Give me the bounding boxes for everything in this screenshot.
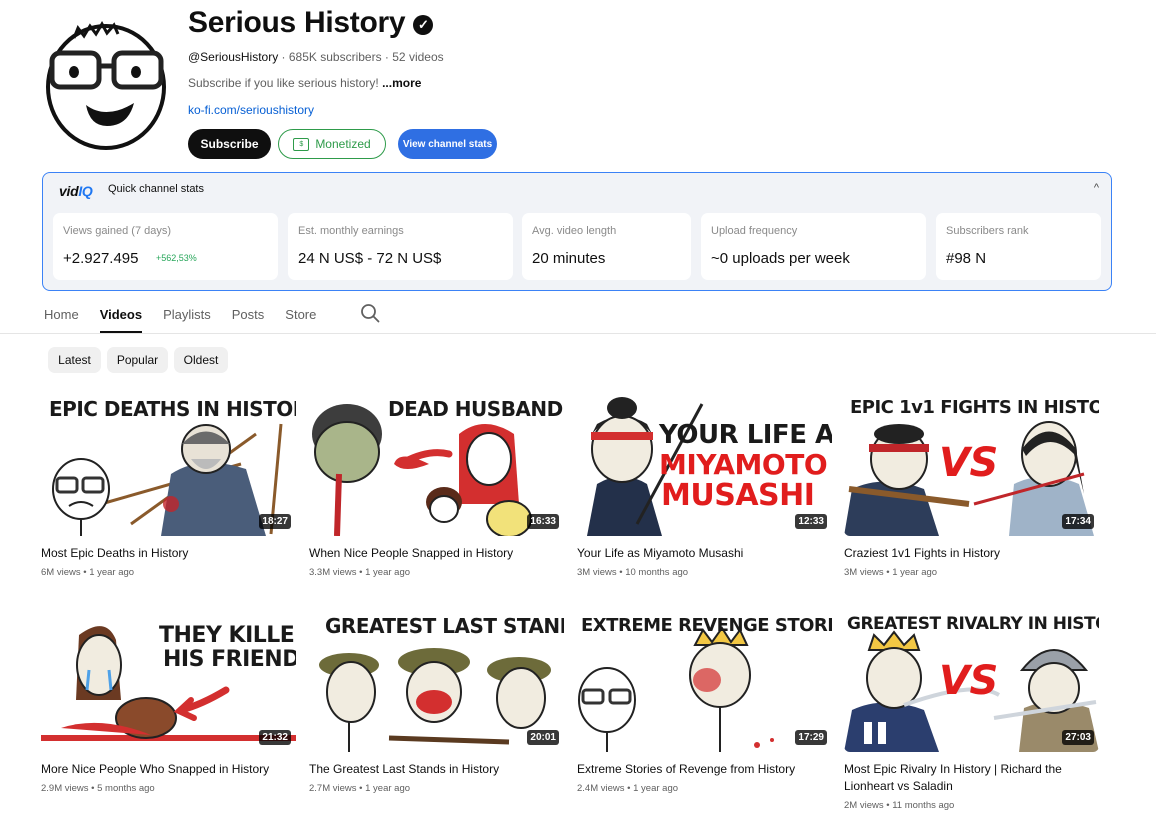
video-thumbnail[interactable]: YOUR LIFE AS MIYAMOTO MUSASHI 12:33 xyxy=(577,394,832,536)
monetized-button[interactable]: $ Monetized xyxy=(278,129,386,159)
video-meta: 6M views • 1 year ago xyxy=(41,567,135,578)
video-duration: 17:34 xyxy=(1062,514,1094,529)
video-title[interactable]: Most Epic Deaths in History xyxy=(41,545,296,562)
video-thumbnail[interactable]: EXTREME REVENGE STORIES 17:29 xyxy=(577,610,832,752)
money-icon: $ xyxy=(293,137,310,151)
thumbnail-text: DEAD HUSBAND xyxy=(388,397,563,421)
video-card[interactable]: GREATEST LAST STANDS 20:01 The Greatest … xyxy=(309,610,564,794)
video-thumbnail[interactable]: EPIC 1v1 FIGHTS IN HISTORY VS 17:34 xyxy=(844,394,1099,536)
video-duration: 18:27 xyxy=(259,514,291,529)
video-card[interactable]: THEY KILLED HIS FRIENDS 21:32 More Nice … xyxy=(41,610,296,794)
thumbnail-text: EXTREME REVENGE STORIES xyxy=(581,615,832,636)
thumbnail-text: GREATEST LAST STANDS xyxy=(325,614,564,638)
vidiq-logo: vidIQ xyxy=(59,183,93,199)
thumbnail-text: THEY KILLED xyxy=(159,623,296,648)
chip-latest[interactable]: Latest xyxy=(48,347,101,373)
channel-meta: @SeriousHistory · 685K subscribers · 52 … xyxy=(188,50,444,64)
video-meta: 2M views • 11 months ago xyxy=(844,800,955,811)
video-title[interactable]: When Nice People Snapped in History xyxy=(309,545,564,562)
vidiq-quick-stats-panel: vidIQ Quick channel stats ^ Views gained… xyxy=(42,172,1112,291)
stat-avg-video-length: Avg. video length 20 minutes xyxy=(522,213,691,280)
video-meta: 3M views • 10 months ago xyxy=(577,567,689,578)
channel-title: Serious History ✓ xyxy=(188,6,434,40)
channel-name: Serious History xyxy=(188,6,406,39)
video-meta: 2.9M views • 5 months ago xyxy=(41,783,155,794)
video-title[interactable]: More Nice People Who Snapped in History xyxy=(41,761,296,778)
video-card[interactable]: GREATEST RIVALRY IN HISTORY VS 27:03 Mos… xyxy=(844,610,1099,811)
channel-avatar[interactable] xyxy=(44,20,170,152)
video-title[interactable]: The Greatest Last Stands in History xyxy=(309,761,564,778)
channel-description[interactable]: Subscribe if you like serious history! .… xyxy=(188,76,421,90)
channel-external-link[interactable]: ko-fi.com/serioushistory xyxy=(188,103,314,117)
video-meta: 3M views • 1 year ago xyxy=(844,567,938,578)
video-meta: 2.4M views • 1 year ago xyxy=(577,783,679,794)
video-thumbnail[interactable]: GREATEST RIVALRY IN HISTORY VS 27:03 xyxy=(844,610,1099,752)
video-meta: 3.3M views • 1 year ago xyxy=(309,567,411,578)
description-text: Subscribe if you like serious history! xyxy=(188,76,383,90)
tab-videos[interactable]: Videos xyxy=(99,299,143,333)
tab-posts[interactable]: Posts xyxy=(232,299,265,333)
more-link[interactable]: ...more xyxy=(382,76,421,90)
tab-store[interactable]: Store xyxy=(285,299,316,333)
video-meta: 2.7M views • 1 year ago xyxy=(309,783,411,794)
verified-check-icon: ✓ xyxy=(413,15,434,35)
stat-views-gained: Views gained (7 days) +2.927.495 +562,53… xyxy=(53,213,278,280)
stat-subscribers-rank: Subscribers rank #98 N xyxy=(936,213,1101,280)
video-card[interactable]: DEAD HUSBAND 16:33 When Nice People Snap… xyxy=(309,394,564,578)
video-title[interactable]: Most Epic Rivalry In History | Richard t… xyxy=(844,761,1099,795)
thumbnail-vs-text: VS xyxy=(939,440,998,486)
video-duration: 27:03 xyxy=(1062,730,1094,745)
video-duration: 16:33 xyxy=(527,514,559,529)
video-title[interactable]: Your Life as Miyamoto Musashi xyxy=(577,545,832,562)
video-duration: 20:01 xyxy=(527,730,559,745)
video-duration: 17:29 xyxy=(795,730,827,745)
collapse-caret-icon[interactable]: ^ xyxy=(1094,182,1099,194)
thumbnail-text-accent: MIYAMOTO xyxy=(659,448,828,481)
thumbnail-text: GREATEST RIVALRY IN HISTORY xyxy=(847,614,1099,634)
search-icon[interactable] xyxy=(360,303,380,323)
video-thumbnail[interactable]: EPIC DEATHS IN HISTORY 18:27 xyxy=(41,394,296,536)
video-duration: 21:32 xyxy=(259,730,291,745)
channel-handle: @SeriousHistory xyxy=(188,50,279,64)
subscribe-button[interactable]: Subscribe xyxy=(188,129,271,159)
thumbnail-text: YOUR LIFE AS xyxy=(659,420,832,450)
video-title[interactable]: Extreme Stories of Revenge from History xyxy=(577,761,832,778)
thumbnail-vs-text: VS xyxy=(939,658,998,704)
tab-home[interactable]: Home xyxy=(44,299,79,333)
video-card[interactable]: YOUR LIFE AS MIYAMOTO MUSASHI 12:33 Your… xyxy=(577,394,832,578)
chip-oldest[interactable]: Oldest xyxy=(174,347,228,373)
thumbnail-text: HIS FRIENDS xyxy=(163,647,296,672)
video-thumbnail[interactable]: THEY KILLED HIS FRIENDS 21:32 xyxy=(41,610,296,752)
tab-playlists[interactable]: Playlists xyxy=(163,299,211,333)
vidiq-panel-title: Quick channel stats xyxy=(108,183,204,195)
video-card[interactable]: EPIC 1v1 FIGHTS IN HISTORY VS 17:34 Craz… xyxy=(844,394,1099,578)
tabs-divider xyxy=(0,333,1156,334)
views-change-badge: +562,53% xyxy=(156,253,197,263)
video-card[interactable]: EPIC DEATHS IN HISTORY 18:27 Most Epic D… xyxy=(41,394,296,578)
thumbnail-text-accent: MUSASHI xyxy=(661,478,815,513)
thumbnail-text: EPIC DEATHS IN HISTORY xyxy=(49,397,296,421)
thumbnail-text: EPIC 1v1 FIGHTS IN HISTORY xyxy=(850,397,1099,418)
video-title[interactable]: Craziest 1v1 Fights in History xyxy=(844,545,1099,562)
chip-popular[interactable]: Popular xyxy=(107,347,168,373)
video-duration: 12:33 xyxy=(795,514,827,529)
monetized-label: Monetized xyxy=(315,137,371,151)
video-card[interactable]: EXTREME REVENGE STORIES 17:29 Extreme St… xyxy=(577,610,832,794)
video-thumbnail[interactable]: GREATEST LAST STANDS 20:01 xyxy=(309,610,564,752)
channel-tabs: Home Videos Playlists Posts Store xyxy=(44,299,337,333)
stat-upload-frequency: Upload frequency ~0 uploads per week xyxy=(701,213,926,280)
view-channel-stats-button[interactable]: View channel stats xyxy=(398,129,497,159)
video-thumbnail[interactable]: DEAD HUSBAND 16:33 xyxy=(309,394,564,536)
channel-stats-text: · 685K subscribers · 52 videos xyxy=(278,50,444,64)
stat-monthly-earnings: Est. monthly earnings 24 N US$ - 72 N US… xyxy=(288,213,513,280)
